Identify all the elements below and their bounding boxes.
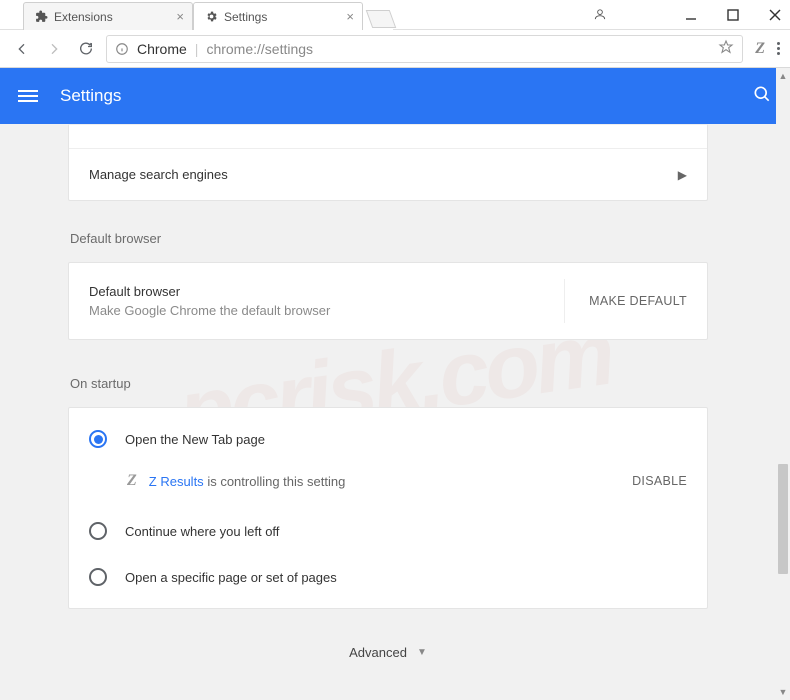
reload-icon[interactable] xyxy=(78,41,94,57)
row-label: Manage search engines xyxy=(89,167,228,182)
close-icon[interactable]: × xyxy=(346,9,354,24)
manage-search-engines-row[interactable]: Manage search engines ▶ xyxy=(69,148,707,200)
startup-option-continue[interactable]: Continue where you left off xyxy=(69,508,707,554)
startup-option-specific-page[interactable]: Open a specific page or set of pages xyxy=(69,554,707,600)
tabs-strip: Extensions × Settings × xyxy=(23,0,393,30)
extension-name[interactable]: Z Results xyxy=(149,474,204,489)
puzzle-icon xyxy=(34,10,48,24)
scrollbar[interactable]: ▲ ▼ xyxy=(776,68,790,700)
extension-controlling-row: Z Z Results is controlling this setting … xyxy=(69,462,707,508)
tab-label: Extensions xyxy=(54,10,113,24)
radio-label: Open a specific page or set of pages xyxy=(125,570,337,585)
tab-extensions[interactable]: Extensions × xyxy=(23,2,193,30)
scrollbar-thumb[interactable] xyxy=(778,464,788,574)
startup-card: Open the New Tab page Z Z Results is con… xyxy=(68,407,708,609)
extension-message: is controlling this setting xyxy=(207,474,345,489)
radio-icon[interactable] xyxy=(89,568,107,586)
tab-label: Settings xyxy=(224,10,267,24)
search-engines-card: Manage search engines ▶ xyxy=(68,124,708,201)
radio-icon[interactable] xyxy=(89,522,107,540)
account-icon[interactable] xyxy=(593,8,607,22)
nav-icons xyxy=(14,41,94,57)
radio-icon[interactable] xyxy=(89,430,107,448)
settings-content: Manage search engines ▶ Default browser … xyxy=(0,124,776,700)
scroll-down-icon[interactable]: ▼ xyxy=(776,684,790,700)
omnibox-url: chrome://settings xyxy=(206,41,313,57)
advanced-toggle[interactable]: Advanced ▼ xyxy=(68,645,708,660)
hamburger-icon[interactable] xyxy=(18,90,38,102)
info-icon xyxy=(115,42,129,56)
settings-header: Settings xyxy=(0,68,790,124)
forward-icon[interactable] xyxy=(46,41,62,57)
close-icon[interactable]: × xyxy=(176,9,184,24)
maximize-icon[interactable] xyxy=(726,8,740,22)
tab-settings[interactable]: Settings × xyxy=(193,2,363,30)
omnibox-separator: | xyxy=(195,41,199,57)
back-icon[interactable] xyxy=(14,41,30,57)
new-tab-button[interactable] xyxy=(366,10,397,28)
page-title: Settings xyxy=(60,86,121,106)
default-browser-card: Default browser Make Google Chrome the d… xyxy=(68,262,708,340)
advanced-label: Advanced xyxy=(349,645,407,660)
chevron-right-icon: ▶ xyxy=(678,168,687,182)
minimize-icon[interactable] xyxy=(684,8,698,22)
scroll-up-icon[interactable]: ▲ xyxy=(776,68,790,84)
menu-kebab-icon[interactable] xyxy=(777,42,780,55)
gear-icon xyxy=(204,10,218,24)
extension-z-icon: Z xyxy=(127,472,137,490)
address-bar: Chrome | chrome://settings Z xyxy=(0,30,790,68)
scrollbar-track[interactable] xyxy=(776,84,790,684)
section-label-default-browser: Default browser xyxy=(70,231,708,246)
disable-button[interactable]: DISABLE xyxy=(632,474,687,488)
make-default-button[interactable]: MAKE DEFAULT xyxy=(564,279,687,323)
default-browser-sub: Make Google Chrome the default browser xyxy=(89,303,564,318)
radio-label: Continue where you left off xyxy=(125,524,279,539)
omnibox-scheme: Chrome xyxy=(137,41,187,57)
search-icon[interactable] xyxy=(752,84,772,109)
extension-z-icon[interactable]: Z xyxy=(755,40,765,58)
section-label-on-startup: On startup xyxy=(70,376,708,391)
chevron-down-icon: ▼ xyxy=(417,647,427,658)
default-browser-title: Default browser xyxy=(89,284,564,299)
omnibox[interactable]: Chrome | chrome://settings xyxy=(106,35,743,63)
viewport: pcrisk.com Settings Manage search engine… xyxy=(0,68,790,700)
close-window-icon[interactable] xyxy=(768,8,782,22)
bookmark-star-icon[interactable] xyxy=(718,39,734,58)
startup-option-new-tab[interactable]: Open the New Tab page xyxy=(69,416,707,462)
radio-label: Open the New Tab page xyxy=(125,432,265,447)
